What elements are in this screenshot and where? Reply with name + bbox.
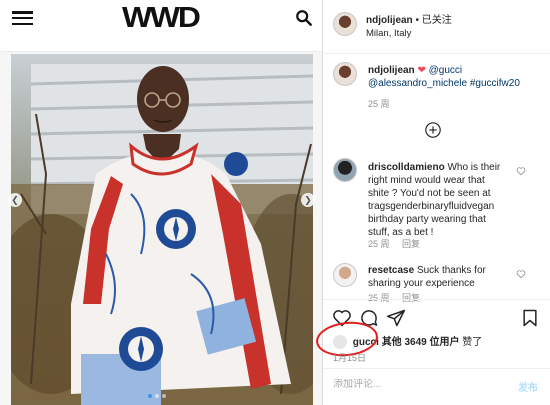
likes-count-link[interactable]: 其他 3649 位用户 (382, 337, 460, 348)
comment-text: Who is their right mind would wear that … (368, 162, 501, 238)
carousel-next-button[interactable]: ❯ (301, 193, 315, 207)
author-username[interactable]: ndjolijean (366, 15, 413, 26)
reply-button[interactable]: 回复 (402, 293, 420, 303)
comment-avatar[interactable] (333, 263, 357, 287)
comment-time: 25 周 (368, 293, 390, 303)
comment-meta: 25 周 回复 (368, 291, 420, 304)
comment-like-heart-icon[interactable] (516, 269, 526, 279)
post-date[interactable]: 1月15日 (333, 351, 366, 364)
site-logo[interactable]: WWD (122, 2, 201, 35)
comment-item: resetcase Suck thanks for sharing your e… (368, 264, 506, 290)
separator-dot: • (415, 15, 419, 26)
following-button[interactable]: 已关注 (422, 15, 452, 26)
add-comment-bar: 发布 (323, 368, 550, 405)
site-header: WWD (0, 0, 322, 52)
reply-button[interactable]: 回复 (402, 239, 420, 249)
hamburger-icon[interactable] (12, 11, 33, 26)
search-icon[interactable] (295, 9, 313, 27)
hashtag-guccifw20[interactable]: #guccifw20 (470, 78, 520, 89)
post-comment-button[interactable]: 发布 (518, 379, 538, 394)
location-link[interactable]: Milan, Italy (366, 28, 411, 39)
mention-alessandro-michele[interactable]: @alessandro_michele (368, 78, 467, 89)
author-avatar[interactable] (333, 12, 357, 36)
likes-suffix: 赞了 (462, 337, 483, 348)
post-caption: ndjolijean ❤ @gucci @alessandro_michele … (368, 64, 540, 90)
carousel-dot (155, 394, 159, 398)
caption-username[interactable]: ndjolijean (368, 65, 415, 76)
comment-input[interactable] (333, 379, 483, 390)
carousel-dots (148, 394, 166, 398)
post-photo[interactable] (11, 54, 313, 405)
comment-username[interactable]: driscolldamieno (368, 162, 445, 173)
comment-meta: 25 周 回复 (368, 237, 420, 250)
post-header: ndjolijean • 已关注 Milan, Italy (323, 0, 550, 54)
mention-gucci[interactable]: @gucci (429, 65, 463, 76)
actions-divider (323, 299, 550, 300)
carousel-dot (148, 394, 152, 398)
comment-username[interactable]: resetcase (368, 265, 414, 276)
caption-timestamp: 25 周 (368, 99, 390, 109)
photo-of-man-in-printed-jacket (11, 54, 313, 405)
comment-time: 25 周 (368, 239, 390, 249)
save-bookmark-icon[interactable] (520, 308, 540, 328)
share-paper-plane-icon[interactable] (386, 308, 406, 328)
carousel-prev-button[interactable]: ❮ (8, 193, 22, 207)
load-more-comments-icon[interactable] (424, 121, 442, 139)
comment-like-heart-icon[interactable] (516, 166, 526, 176)
author-line: ndjolijean • 已关注 (366, 11, 452, 26)
comment-item: driscolldamieno Who is their right mind … (368, 161, 506, 239)
carousel-dot (162, 394, 166, 398)
heart-emoji: ❤ (417, 65, 426, 76)
comment-avatar[interactable] (333, 158, 357, 182)
caption-avatar[interactable] (333, 62, 357, 86)
post-media: ❮ ❯ (0, 52, 322, 405)
